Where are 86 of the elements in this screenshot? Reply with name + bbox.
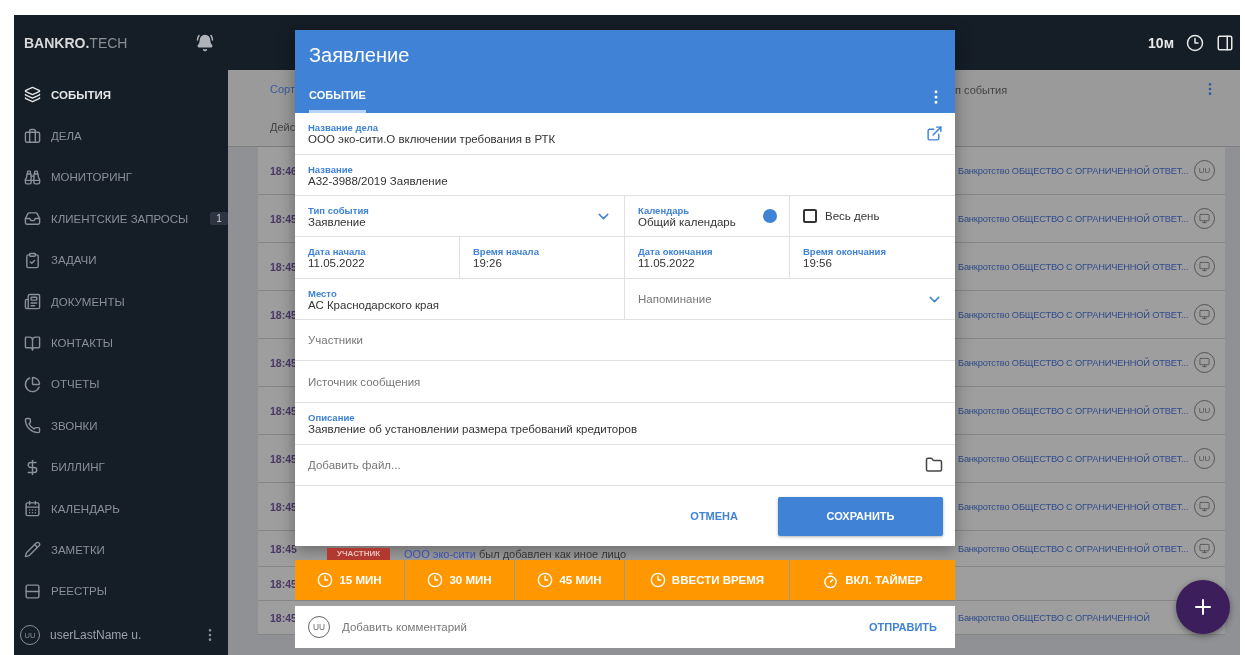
case-link[interactable]: Банкротство ОБЩЕСТВО С ОГРАНИЧЕННОЙ ОТВЕТ...: [958, 453, 1189, 464]
actions-label: Дейс: [270, 121, 296, 133]
case-link[interactable]: Банкротство ОБЩЕСТВО С ОГРАНИЧЕННОЙ ОТВЕТ...: [958, 357, 1189, 368]
sidebar-item[interactable]: ДОКУМЕНТЫ: [14, 280, 228, 323]
field-label: Дата начала: [308, 246, 367, 257]
clock-icon: [649, 572, 666, 588]
case-link[interactable]: Банкротство ОБЩЕСТВО С ОГРАНИЧЕННОЙ ОТВЕТ...: [958, 213, 1189, 224]
text-field[interactable]: А32-3988/2019 Заявление: [308, 174, 943, 187]
case-link[interactable]: Банкротство ОБЩЕСТВО С ОГРАНИЧЕННОЙ ОТВЕТ...: [958, 405, 1189, 416]
logo: BANKRO.TECH: [24, 34, 128, 51]
sidebar-item[interactable]: РЕЕСТРЫ: [14, 570, 228, 613]
participant-tag: УЧАСТНИК: [327, 548, 391, 560]
save-button[interactable]: СОХРАНИТЬ: [778, 496, 943, 536]
checkbox-label: Весь день: [825, 210, 880, 222]
checkbox[interactable]: [803, 209, 817, 223]
field-label: Название: [308, 163, 354, 175]
field-label: Название дела: [308, 122, 380, 133]
activity-text: ООО эко-сити был добавлен как иное лицо: [404, 548, 627, 560]
field-label: Календарь: [638, 204, 691, 216]
briefcase-icon: [24, 127, 41, 145]
field-label: Время начала: [473, 246, 540, 257]
text-field[interactable]: 11.05.2022: [308, 257, 447, 269]
calendar-icon: [24, 500, 41, 518]
sidebar-item[interactable]: БИЛЛИНГ: [14, 446, 228, 488]
case-link[interactable]: Банкротство ОБЩЕСТВО С ОГРАНИЧЕННОЙ ОТВЕТ...: [958, 309, 1189, 320]
cancel-button[interactable]: ОТМЕНА: [684, 509, 744, 523]
inbox-icon: [24, 210, 41, 228]
folder-icon[interactable]: [925, 456, 943, 474]
case-link[interactable]: Банкротство ОБЩЕСТВО С ОГРАНИЧЕННОЙ ОТВЕТ...: [958, 261, 1189, 272]
rows-icon: [24, 582, 41, 600]
pencil-icon: [24, 541, 41, 559]
sidebar-item[interactable]: СОБЫТИЯ: [14, 74, 228, 116]
text-field[interactable]: 19:56: [803, 257, 943, 269]
user-name: userLastName u.: [50, 628, 143, 642]
case-link[interactable]: Банкротство ОБЩЕСТВО С ОГРАНИЧЕННОЙ: [958, 612, 1150, 623]
dialog-title: Заявление: [308, 43, 411, 68]
sidebar-item[interactable]: МОНИТОРИНГ: [14, 156, 228, 199]
sidebar-item[interactable]: ЗВОНКИ: [14, 405, 228, 447]
send-button[interactable]: ОТПРАВИТЬ: [863, 620, 943, 634]
text-field[interactable]: Общий календарь: [638, 215, 755, 228]
clock-icon: [537, 572, 554, 588]
text-field[interactable]: 19:26: [473, 257, 612, 269]
newspaper-icon: [24, 293, 41, 311]
timer-text: 10м: [1148, 34, 1174, 51]
binoculars-icon: [24, 168, 41, 186]
bell-icon[interactable]: [196, 33, 214, 52]
text-field[interactable]: АС Краснодарского края: [308, 298, 612, 311]
count-badge: 1: [210, 212, 228, 226]
sidebar-item[interactable]: ДЕЛА: [14, 115, 228, 157]
text-field[interactable]: ООО эко-сити.О включении требования в РТК: [308, 133, 918, 145]
text-field[interactable]: Заявление: [308, 215, 587, 228]
case-link[interactable]: Банкротство ОБЩЕСТВО С ОГРАНИЧЕННОЙ ОТВЕТ...: [958, 501, 1189, 512]
text-field[interactable]: Источник сообщения: [308, 375, 943, 388]
case-link[interactable]: Банкротство ОБЩЕСТВО С ОГРАНИЧЕННОЙ ОТВЕТ...: [958, 543, 1189, 554]
side-panel-icon[interactable]: [1216, 33, 1234, 52]
sidebar-item[interactable]: ОТЧЕТЫ: [14, 363, 228, 406]
phone-icon: [24, 417, 41, 435]
sidebar-item[interactable]: ЗАДАЧИ: [14, 239, 228, 281]
field-label: Описание: [308, 412, 356, 423]
clock-icon: [427, 572, 444, 588]
sidebar-item[interactable]: КОНТАКТЫ: [14, 322, 228, 364]
event-type-label: п события: [955, 84, 1008, 96]
layers-icon: [24, 86, 41, 104]
clock-icon: [317, 572, 334, 588]
clipboard-check-icon: [24, 251, 41, 269]
text-field[interactable]: Напоминание: [638, 293, 918, 305]
pie-chart-icon: [24, 375, 41, 393]
field-label: Место: [308, 287, 338, 299]
text-field[interactable]: 11.05.2022: [638, 257, 777, 269]
field-label: Тип события: [308, 204, 370, 216]
event-time: 18:45: [270, 542, 297, 555]
case-link[interactable]: Банкротство ОБЩЕСТВО С ОГРАНИЧЕННОЙ ОТВЕТ...: [958, 165, 1189, 176]
open-external-icon[interactable]: [926, 125, 943, 142]
field-label: Время окончания: [803, 246, 887, 257]
text-field[interactable]: Добавить файл...: [308, 459, 917, 471]
text-field[interactable]: Заявление об установлении размера требований кредиторов: [308, 423, 943, 435]
tab[interactable]: СОБЫТИЕ: [309, 80, 366, 113]
clock-icon[interactable]: [1186, 33, 1204, 52]
stopwatch-icon: [822, 571, 840, 589]
sidebar-item[interactable]: КЛИЕНТСКИЕ ЗАПРОСЫ 1: [14, 198, 228, 240]
sidebar-item[interactable]: ЗАМЕТКИ: [14, 529, 228, 571]
book-icon: [24, 334, 41, 352]
text-field[interactable]: Участники: [308, 334, 943, 346]
comment-input[interactable]: Добавить комментарий: [342, 621, 642, 633]
field-label: Дата окончания: [638, 246, 714, 257]
sidebar-item[interactable]: КАЛЕНДАРЬ: [14, 487, 228, 530]
